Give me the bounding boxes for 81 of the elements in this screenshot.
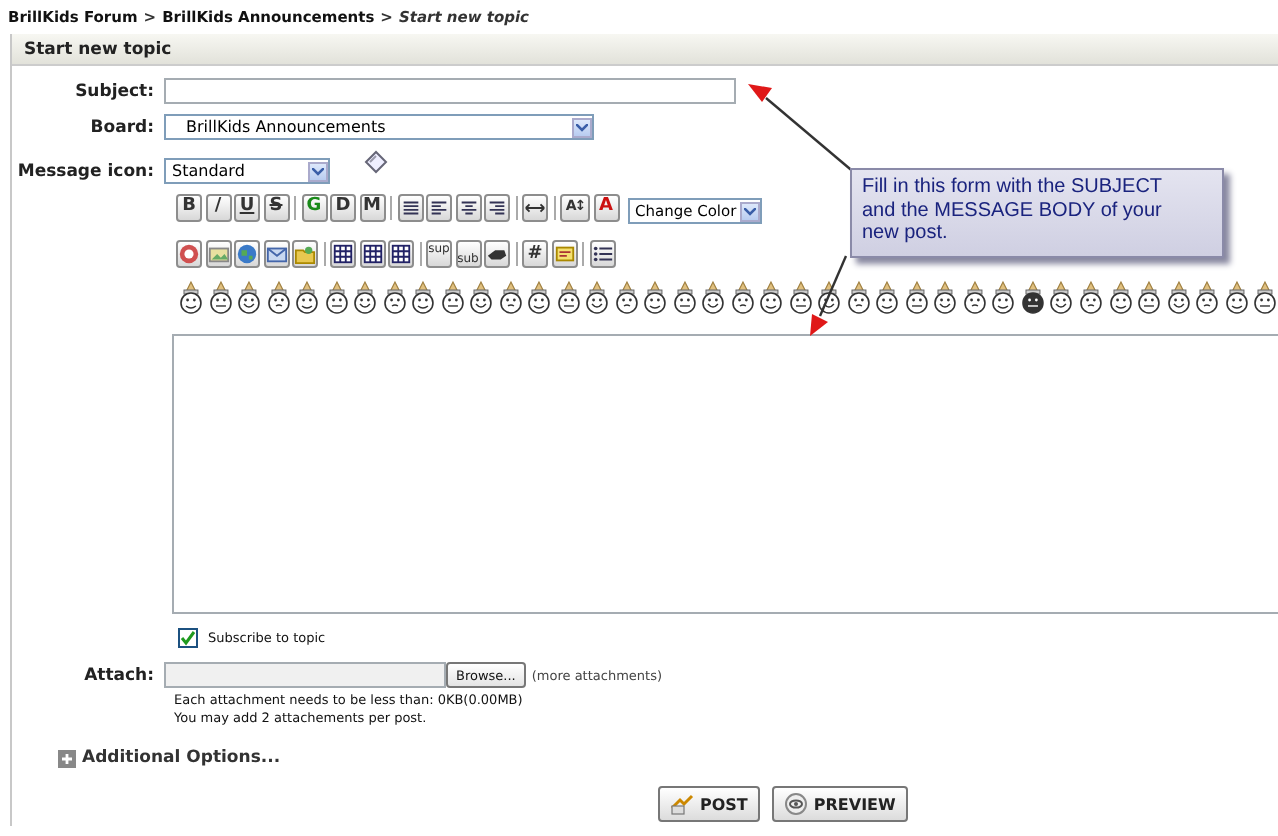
field-label: Attach: (82, 665, 156, 685)
caret-icon (576, 123, 588, 131)
smiley-icon[interactable] (1223, 280, 1250, 316)
globe-icon[interactable] (236, 242, 258, 266)
smiley-icon[interactable] (1252, 280, 1278, 316)
smiley-icon[interactable] (874, 280, 901, 316)
board-select[interactable]: BrillKids Announcements (164, 114, 594, 140)
smiley-icon[interactable] (1048, 280, 1075, 316)
smiley-icon[interactable] (613, 280, 640, 316)
smiley-icon[interactable] (903, 280, 930, 316)
format-button[interactable]: M (359, 193, 385, 221)
smiley-icon[interactable] (990, 280, 1017, 316)
caret-icon (312, 167, 324, 175)
diamond-icon (362, 150, 388, 176)
smiley-icon[interactable] (439, 280, 466, 316)
message-icon-select[interactable]: Standard (164, 158, 330, 184)
folder-icon[interactable] (294, 242, 316, 266)
post-button[interactable]: POST (658, 786, 760, 822)
smiley-icon[interactable] (700, 280, 727, 316)
smiley-icon[interactable] (642, 280, 669, 316)
format-button[interactable]: / (205, 193, 231, 221)
format-button[interactable]: D (330, 193, 356, 221)
smiley-icon[interactable] (932, 280, 959, 316)
smiley-icon[interactable] (816, 280, 843, 316)
envelope-icon[interactable] (265, 242, 287, 266)
additional-options-link[interactable]: Additional Options... (82, 748, 281, 768)
checkmark-icon (180, 630, 196, 646)
smiley-icon[interactable] (352, 280, 379, 316)
smiley-icon[interactable] (1194, 280, 1221, 316)
field-label: Subject: (73, 81, 156, 101)
message-body-field[interactable] (172, 334, 1278, 614)
format-button[interactable]: B (176, 193, 202, 221)
smiley-icon[interactable] (468, 280, 495, 316)
eye-icon (783, 792, 808, 816)
format-button[interactable]: # (522, 240, 548, 268)
caret-icon (743, 207, 755, 215)
smiley-icon[interactable] (410, 280, 437, 316)
field-label: Board: (88, 117, 156, 137)
plus-icon[interactable] (58, 749, 76, 767)
panel-header: Start new topic (12, 34, 1278, 66)
smiley-icon[interactable] (555, 280, 582, 316)
quote-icon[interactable] (553, 242, 575, 266)
disc-icon[interactable] (178, 242, 200, 266)
subscribe-checkbox[interactable] (178, 628, 198, 648)
smiley-icon[interactable] (845, 280, 872, 316)
picture-icon[interactable] (207, 242, 229, 266)
smiley-icon[interactable] (671, 280, 698, 316)
table-icon[interactable] (332, 242, 354, 266)
file-field[interactable] (164, 662, 446, 688)
smiley-icon[interactable] (1165, 280, 1191, 316)
smiley-icon[interactable] (1077, 280, 1104, 316)
smiley-icon[interactable] (729, 280, 756, 316)
format-button[interactable]: U (234, 193, 260, 221)
smiley-icon[interactable] (1136, 280, 1162, 316)
table-icon[interactable] (361, 242, 383, 266)
smiley-icon[interactable] (758, 280, 785, 316)
table-icon[interactable] (390, 242, 412, 266)
smiley-icon[interactable] (497, 280, 524, 316)
smiley-icon[interactable] (787, 280, 814, 316)
pointer-arrow (810, 255, 848, 336)
callout-note: Fill in this form with the SUBJECT and the MESSAGE BODY of your new post. (850, 168, 1224, 258)
format-button[interactable]: S (263, 193, 289, 221)
list-icon[interactable] (591, 242, 613, 266)
subject-field[interactable] (164, 78, 736, 104)
smiley-icon[interactable] (178, 280, 204, 316)
smiley-icon[interactable] (323, 280, 350, 316)
smiley-icon[interactable] (294, 280, 321, 316)
format-button[interactable]: A (593, 193, 619, 221)
smiley-icon[interactable] (961, 280, 988, 316)
smiley-icon[interactable] (1107, 280, 1133, 316)
smiley-icon[interactable] (265, 280, 292, 316)
smiley-icon[interactable] (584, 280, 611, 316)
pen-icon (670, 792, 694, 816)
smiley-icon[interactable] (236, 280, 262, 316)
smiley-icon[interactable] (207, 280, 233, 316)
smiley-icon[interactable] (381, 280, 408, 316)
smiley-icon[interactable] (526, 280, 553, 316)
format-button[interactable]: G (301, 193, 327, 221)
smiley-icon[interactable] (1019, 280, 1046, 316)
field-label: Message icon: (15, 161, 156, 181)
preview-button[interactable]: PREVIEW (771, 786, 908, 822)
